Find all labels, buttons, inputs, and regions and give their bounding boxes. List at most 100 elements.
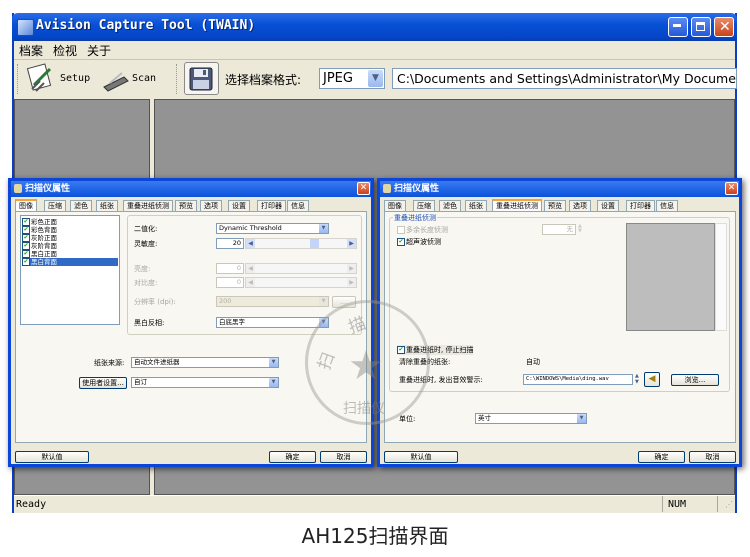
brightness-slider[interactable]: ◀ ▶	[245, 263, 357, 274]
sensitivity-field[interactable]: 20	[216, 238, 244, 249]
list-item[interactable]: ✔ 黑白背面	[22, 258, 118, 266]
tab-compression[interactable]: 压缩	[413, 200, 435, 211]
sound-file-field[interactable]: C:\WINDOWS\Media\ding.wav	[523, 374, 633, 385]
length-detect-option[interactable]: 多余长度侦测	[397, 225, 448, 235]
ok-button[interactable]: 确定	[638, 451, 685, 463]
contrast-field[interactable]: 0	[216, 277, 244, 288]
invert-value: 白底黑字	[219, 318, 245, 326]
scanner-icon	[383, 184, 391, 193]
unit-select[interactable]: 英寸 ▼	[475, 413, 587, 424]
slider-thumb[interactable]	[310, 239, 319, 248]
tab-preview[interactable]: 预览	[175, 200, 197, 211]
tab-compression[interactable]: 压缩	[44, 200, 66, 211]
menu-file[interactable]: 档案	[19, 42, 43, 59]
tab-multifeed-detection[interactable]: 重叠进纸侦测	[123, 200, 173, 211]
default-button[interactable]: 默认值	[384, 451, 458, 463]
tab-settings[interactable]: 设置	[597, 200, 619, 211]
resize-grip[interactable]: ⋰	[725, 500, 733, 509]
tab-settings[interactable]: 设置	[228, 200, 250, 211]
chevron-left-icon[interactable]: ◀	[246, 239, 255, 248]
length-detect-field[interactable]: 无	[542, 224, 576, 235]
binarization-select[interactable]: Dynamic Threshold ▼	[216, 223, 329, 234]
dialog-close-button[interactable]: ✕	[357, 182, 370, 195]
chevron-left-icon[interactable]: ◀	[246, 264, 255, 273]
stop-scan-option[interactable]: ✔ 重叠进纸时, 停止扫描	[397, 345, 474, 355]
spin-arrows-icon[interactable]: ▲ ▼	[578, 224, 582, 234]
checkbox[interactable]: ✔	[22, 218, 30, 226]
list-item[interactable]: ✔ 黑白正面	[22, 250, 118, 258]
save-button[interactable]	[184, 62, 219, 95]
close-button[interactable]: ✕	[714, 17, 734, 37]
chevron-right-icon[interactable]: ▶	[347, 264, 356, 273]
save-path-field[interactable]: C:\Documents and Settings\Administrator\…	[392, 68, 737, 89]
length-detect-checkbox[interactable]	[397, 226, 405, 234]
tab-multifeed-detection[interactable]: 重叠进纸侦测	[492, 199, 542, 211]
play-sound-button[interactable]: ◀	[644, 372, 660, 387]
dialog-close-button[interactable]: ✕	[725, 182, 738, 195]
setup-button[interactable]: Setup	[26, 63, 96, 95]
dialog-title-bar[interactable]: 扫描仪属性 ✕	[11, 181, 371, 197]
list-item[interactable]: ✔ 彩色正面	[22, 218, 118, 226]
paper-source-label: 纸张来源:	[94, 359, 125, 367]
cancel-button[interactable]: 取消	[689, 451, 736, 463]
user-settings-button[interactable]: 使用者设置...	[79, 377, 127, 389]
chevron-down-icon: ▼	[368, 70, 383, 87]
preview-scrollbar[interactable]	[715, 223, 727, 331]
status-bar: Ready NUM ⋰	[14, 495, 735, 513]
browse-button[interactable]: 浏览...	[671, 374, 719, 386]
contrast-slider[interactable]: ◀ ▶	[245, 277, 357, 288]
paper-source-select[interactable]: 自动文件进纸器 ▼	[131, 357, 279, 368]
cancel-button[interactable]: 取消	[320, 451, 367, 463]
tab-color-dropout[interactable]: 滤色	[70, 200, 92, 211]
ultrasonic-checkbox[interactable]: ✔	[397, 238, 405, 246]
list-item[interactable]: ✔ 灰阶背面	[22, 242, 118, 250]
tab-options[interactable]: 选项	[200, 200, 222, 211]
ok-button[interactable]: 确定	[269, 451, 316, 463]
list-item[interactable]: ✔ 彩色背面	[22, 226, 118, 234]
dialog-title-bar[interactable]: 扫描仪属性 ✕	[380, 181, 739, 197]
toolbar-grip[interactable]	[17, 64, 20, 94]
binarization-label: 二值化:	[134, 225, 158, 233]
tab-preview[interactable]: 预览	[544, 200, 566, 211]
list-item[interactable]: ✔ 灰阶正面	[22, 234, 118, 242]
checkbox[interactable]: ✔	[22, 234, 30, 242]
tab-imprinter[interactable]: 打印器	[626, 200, 655, 211]
checkbox[interactable]: ✔	[22, 250, 30, 258]
chevron-right-icon[interactable]: ▶	[347, 239, 356, 248]
minimize-button[interactable]	[668, 17, 688, 37]
maximize-button[interactable]	[691, 17, 711, 37]
tab-paper[interactable]: 纸张	[465, 200, 487, 211]
toolbar-grip[interactable]	[176, 64, 179, 94]
tab-color-dropout[interactable]: 滤色	[439, 200, 461, 211]
default-button[interactable]: 默认值	[15, 451, 89, 463]
menu-view[interactable]: 检视	[53, 42, 77, 59]
sensitivity-slider[interactable]: ◀ ▶	[245, 238, 357, 249]
user-settings-select[interactable]: 自订 ▼	[131, 377, 279, 388]
file-format-select[interactable]: JPEG ▼	[319, 68, 385, 89]
tab-image[interactable]: 图像	[15, 199, 37, 211]
tab-options[interactable]: 选项	[569, 200, 591, 211]
resolution-select[interactable]: 200 ▼	[216, 296, 329, 307]
scan-button[interactable]: Scan	[102, 63, 162, 95]
image-type-list[interactable]: ✔ 彩色正面 ✔ 彩色背面 ✔ 灰阶正面 ✔ 灰阶背面 ✔ 黑白正面 ✔ 黑白背面	[20, 215, 120, 325]
invert-select[interactable]: 白底黑字 ▼	[216, 317, 329, 328]
resolution-more-button[interactable]: ...	[332, 296, 356, 308]
spin-arrows-icon[interactable]: ▲ ▼	[635, 373, 639, 385]
tab-information[interactable]: 信息	[287, 200, 309, 211]
chevron-left-icon[interactable]: ◀	[246, 278, 255, 287]
menu-about[interactable]: 关于	[87, 42, 111, 59]
stop-scan-checkbox[interactable]: ✔	[397, 346, 405, 354]
tab-imprinter[interactable]: 打印器	[257, 200, 286, 211]
tab-information[interactable]: 信息	[656, 200, 678, 211]
ultrasonic-option[interactable]: ✔ 超声波侦测	[397, 237, 441, 247]
checkbox[interactable]: ✔	[22, 258, 30, 266]
chevron-down-icon: ▼	[577, 414, 586, 423]
chevron-right-icon[interactable]: ▶	[347, 278, 356, 287]
checkbox[interactable]: ✔	[22, 242, 30, 250]
brightness-field[interactable]: 0	[216, 263, 244, 274]
window-title: Avision Capture Tool (TWAIN)	[36, 18, 256, 33]
tab-image[interactable]: 图像	[384, 200, 406, 211]
checkbox[interactable]: ✔	[22, 226, 30, 234]
dialog-title: 扫描仪属性	[25, 184, 71, 194]
tab-paper[interactable]: 纸张	[96, 200, 118, 211]
